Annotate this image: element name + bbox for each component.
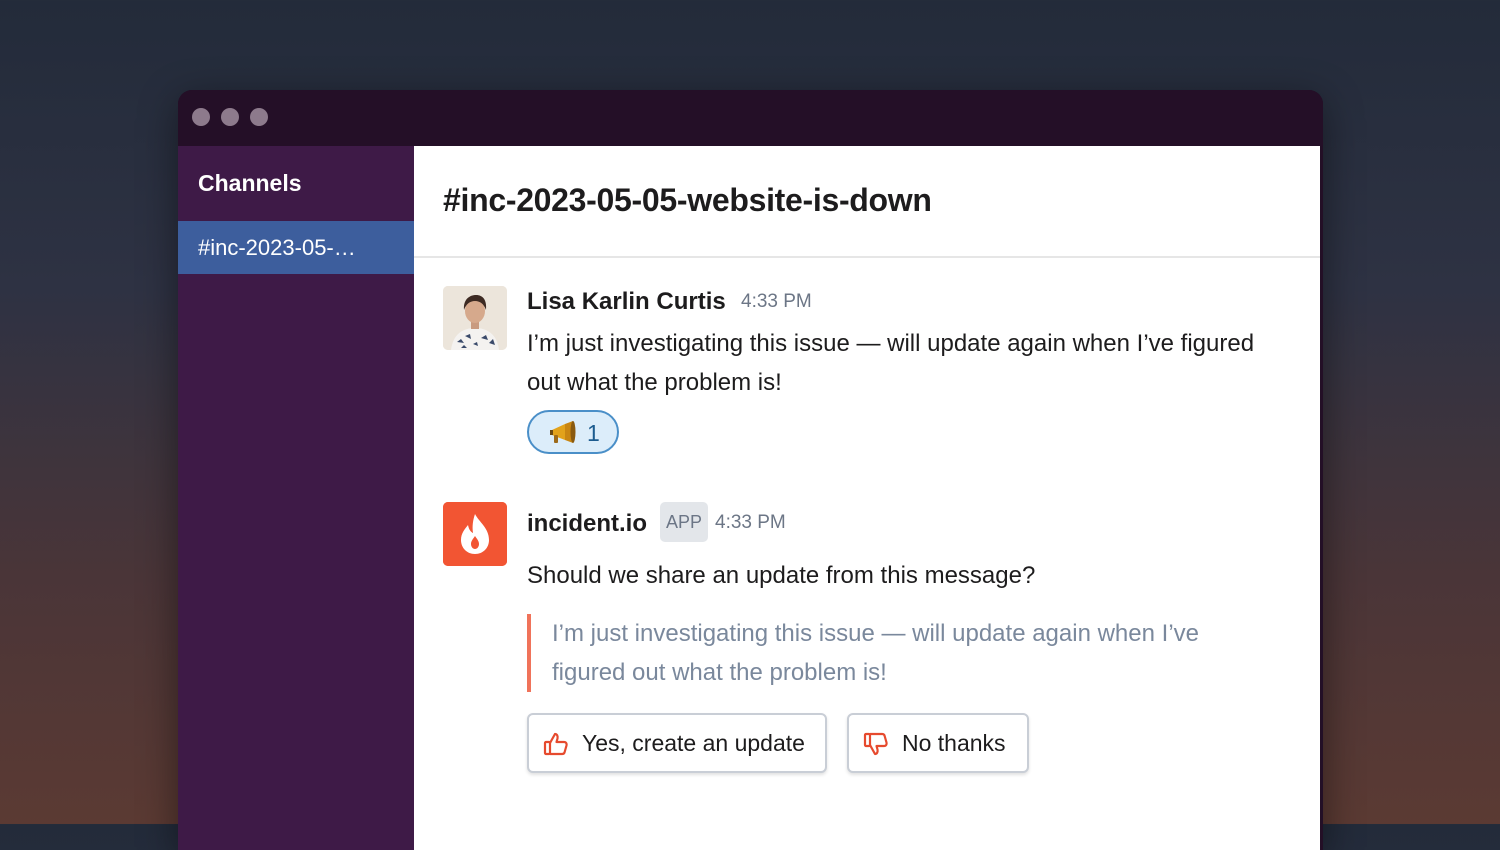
message-timestamp[interactable]: 4:33 PM bbox=[741, 291, 812, 313]
no-thanks-button[interactable]: No thanks bbox=[847, 713, 1029, 773]
thumbs-up-icon bbox=[543, 732, 568, 756]
window-maximize-dot[interactable] bbox=[250, 108, 268, 126]
message-author[interactable]: Lisa Karlin Curtis bbox=[527, 288, 726, 316]
message-text-line: I’m just investigating this issue — will… bbox=[527, 330, 1255, 357]
app-window: Channels #inc-2023-05-… #inc-2023-05-05-… bbox=[178, 90, 1323, 850]
window-close-dot[interactable] bbox=[192, 108, 210, 126]
app-avatar[interactable] bbox=[443, 502, 507, 566]
channel-title: #inc-2023-05-05-website-is-down bbox=[443, 182, 932, 218]
sidebar-item-incident-channel[interactable]: #inc-2023-05-… bbox=[178, 221, 414, 274]
sidebar: Channels #inc-2023-05-… bbox=[178, 146, 414, 850]
sidebar-heading: Channels bbox=[198, 170, 302, 196]
user-photo-avatar bbox=[443, 286, 507, 350]
message-text: I’m just investigating this issue — will… bbox=[527, 324, 1307, 402]
quoted-message: I’m just investigating this issue — will… bbox=[527, 614, 1247, 692]
message-timestamp[interactable]: 4:33 PM bbox=[715, 512, 786, 534]
megaphone-icon bbox=[550, 421, 576, 443]
reaction-pill[interactable]: 1 bbox=[527, 410, 619, 454]
title-bar bbox=[178, 90, 1323, 146]
quote-line: figured out what the problem is! bbox=[552, 659, 887, 686]
message-pane: #inc-2023-05-05-website-is-down Lisa Kar… bbox=[414, 146, 1320, 850]
button-label: No thanks bbox=[902, 730, 1006, 756]
create-update-button[interactable]: Yes, create an update bbox=[527, 713, 827, 773]
message-text: Should we share an update from this mess… bbox=[527, 562, 1036, 589]
thumbs-down-icon bbox=[863, 732, 888, 756]
app-badge: APP bbox=[660, 502, 708, 542]
flame-icon bbox=[443, 502, 507, 566]
button-label: Yes, create an update bbox=[582, 730, 805, 756]
quote-line: I’m just investigating this issue — will… bbox=[552, 620, 1199, 647]
channel-header: #inc-2023-05-05-website-is-down bbox=[414, 146, 1320, 258]
reaction-count: 1 bbox=[587, 420, 600, 446]
message-author[interactable]: incident.io bbox=[527, 510, 647, 538]
message-text-line: out what the problem is! bbox=[527, 369, 782, 396]
avatar[interactable] bbox=[443, 286, 507, 350]
window-minimize-dot[interactable] bbox=[221, 108, 239, 126]
